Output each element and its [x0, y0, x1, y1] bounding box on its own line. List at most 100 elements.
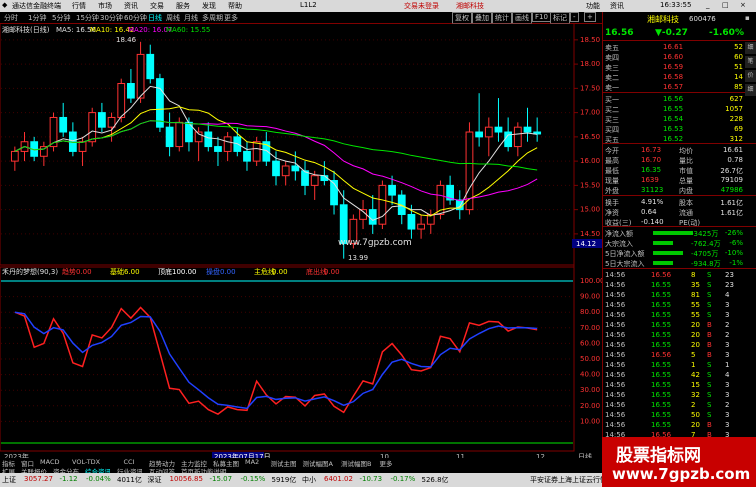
flow-bar — [653, 261, 673, 265]
period-tab[interactable]: 1分钟 — [28, 13, 46, 23]
ask-price: 16.57 — [663, 83, 684, 91]
index-name[interactable]: 深证 — [148, 475, 162, 485]
period-tab[interactable]: 15分钟 — [76, 13, 99, 23]
tick-count: 3 — [725, 381, 730, 389]
side-tab[interactable]: 价 — [745, 70, 756, 82]
index-amount: 4011亿 — [117, 476, 142, 484]
candle-body — [243, 150, 251, 162]
ad-banner[interactable]: 股票指标网 www.7gpzb.com — [602, 437, 756, 487]
watermark: www.7gpzb.com — [338, 238, 412, 248]
stat-row: 今开 16.73 均价 16.61 — [603, 145, 756, 155]
menu-item[interactable]: 功能 — [586, 1, 600, 11]
period-tab[interactable]: 分时 — [4, 13, 18, 23]
menu-item[interactable]: 交易 — [150, 1, 164, 11]
login-status[interactable]: 交易未登录 — [404, 1, 439, 11]
period-tab[interactable]: 月线 — [184, 13, 198, 23]
tick-row: 14:56 16.55 55 S 3 — [603, 310, 756, 320]
candle-body — [88, 112, 97, 143]
zoom-in-button[interactable]: + — [584, 12, 596, 22]
tick-count: 3 — [725, 411, 730, 419]
index-pct: -0.04% — [86, 475, 111, 483]
ask-volume: 60 — [734, 53, 743, 61]
period-tab-active[interactable]: 日线 — [148, 13, 162, 23]
period-tab[interactable]: 60分钟 — [124, 13, 147, 23]
stat-value: 79109 — [720, 176, 743, 184]
indicator-tab[interactable]: MACD — [40, 458, 59, 466]
menu-item[interactable]: 资讯 — [610, 1, 624, 11]
period-tab[interactable]: 更多 — [224, 13, 238, 23]
side-tab[interactable]: 笔 — [745, 56, 756, 68]
indicator-tab[interactable]: MA2 — [245, 458, 259, 466]
tick-volume: 20 — [691, 331, 700, 339]
index-name[interactable]: 中小 — [302, 475, 316, 485]
stat-value: 16.70 — [641, 156, 662, 164]
menu-item[interactable]: 行情 — [72, 1, 86, 11]
tick-direction: S — [707, 401, 712, 409]
indicator-y-label: 60.00 — [580, 339, 600, 347]
stat-row: 最低 16.35 市值 26.7亿 — [603, 165, 756, 175]
tick-row: 14:56 16.55 81 S 4 — [603, 290, 756, 300]
candle-body — [98, 112, 106, 128]
tick-count: 3 — [725, 391, 730, 399]
ask-volume: 14 — [734, 73, 743, 81]
tick-price: 16.55 — [651, 421, 672, 429]
period-tab[interactable]: 多周期 — [202, 13, 223, 23]
minimize-icon[interactable]: _ — [706, 1, 710, 9]
index-value: 6401.02 — [324, 475, 353, 483]
price-change-pct: -1.60% — [709, 28, 744, 38]
tick-row: 14:56 16.55 32 S 3 — [603, 390, 756, 400]
menu-item[interactable]: 帮助 — [228, 1, 242, 11]
tick-time: 14:56 — [605, 311, 626, 319]
flow-row: 5日净流入额 -4705万 -10% — [603, 248, 756, 258]
indicator-tab[interactable]: VOL-TDX — [72, 458, 100, 466]
tick-time: 14:56 — [605, 301, 626, 309]
index-change: -15.07 — [209, 475, 233, 483]
tick-price: 16.55 — [651, 391, 672, 399]
tick-volume: 20 — [691, 321, 700, 329]
y-tick-label: 17.50 — [580, 84, 600, 92]
panel-close-icon[interactable]: ▪ — [745, 14, 750, 22]
maximize-icon[interactable]: □ — [722, 1, 729, 9]
period-tab[interactable]: 30分钟 — [100, 13, 123, 23]
y-tick-label: 18.50 — [580, 36, 600, 44]
indicator-field: 基础 — [110, 267, 124, 276]
tick-direction: S — [707, 391, 712, 399]
tick-direction: B — [707, 351, 712, 359]
ask-price: 16.61 — [663, 43, 684, 51]
kline-chart[interactable]: 100.00 90.00 80.00 70.00 60.00 50.00 40.00 30.0… — [0, 22, 605, 473]
side-tab[interactable]: 细 — [745, 84, 756, 96]
zoom-out-button[interactable]: - — [570, 12, 579, 22]
f10-button[interactable]: F10 — [532, 12, 551, 22]
y-tick-label: 15.00 — [580, 206, 600, 214]
tick-time: 14:56 — [605, 351, 626, 359]
tick-price: 16.55 — [651, 321, 672, 329]
indicator-field-value: 100.00 — [172, 268, 197, 276]
indicator-tab[interactable]: CCI — [124, 458, 135, 466]
period-tab[interactable]: 周线 — [166, 13, 180, 23]
high-price-label: 18.46 — [116, 36, 137, 44]
close-icon[interactable]: × — [740, 1, 746, 9]
stat-row: 现量 1639 总量 79109 — [603, 175, 756, 185]
stat-row: 净资 0.64 流通 1.61亿 — [603, 207, 756, 217]
menu-item[interactable]: 服务 — [176, 1, 190, 11]
menu-item[interactable]: 资讯 — [124, 1, 138, 11]
tick-price: 16.56 — [651, 271, 672, 279]
index-name[interactable]: 上证 — [2, 475, 16, 485]
bid-row: 买一 16.56 627 — [603, 94, 756, 104]
indicator-field-value: 0.00 — [324, 268, 340, 276]
tick-volume: 20 — [691, 421, 700, 429]
tick-row: 14:56 16.56 5 B 3 — [603, 350, 756, 360]
indicator-y-label: 80.00 — [580, 308, 600, 316]
tick-price: 16.55 — [651, 401, 672, 409]
tick-time: 14:56 — [605, 331, 626, 339]
chart-area[interactable]: 100.00 90.00 80.00 70.00 60.00 50.00 40.00 30.0… — [0, 22, 605, 473]
period-tab[interactable]: 5分钟 — [52, 13, 70, 23]
tick-time: 14:56 — [605, 421, 626, 429]
menu-item[interactable]: 市场 — [98, 1, 112, 11]
menu-item[interactable]: 发现 — [202, 1, 216, 11]
stat-row: 最高 16.70 量比 0.78 — [603, 155, 756, 165]
tick-count: 3 — [725, 421, 730, 429]
side-tab[interactable]: 细 — [745, 42, 756, 54]
stat-value: 16.73 — [641, 146, 662, 154]
bid-volume: 312 — [729, 135, 743, 143]
